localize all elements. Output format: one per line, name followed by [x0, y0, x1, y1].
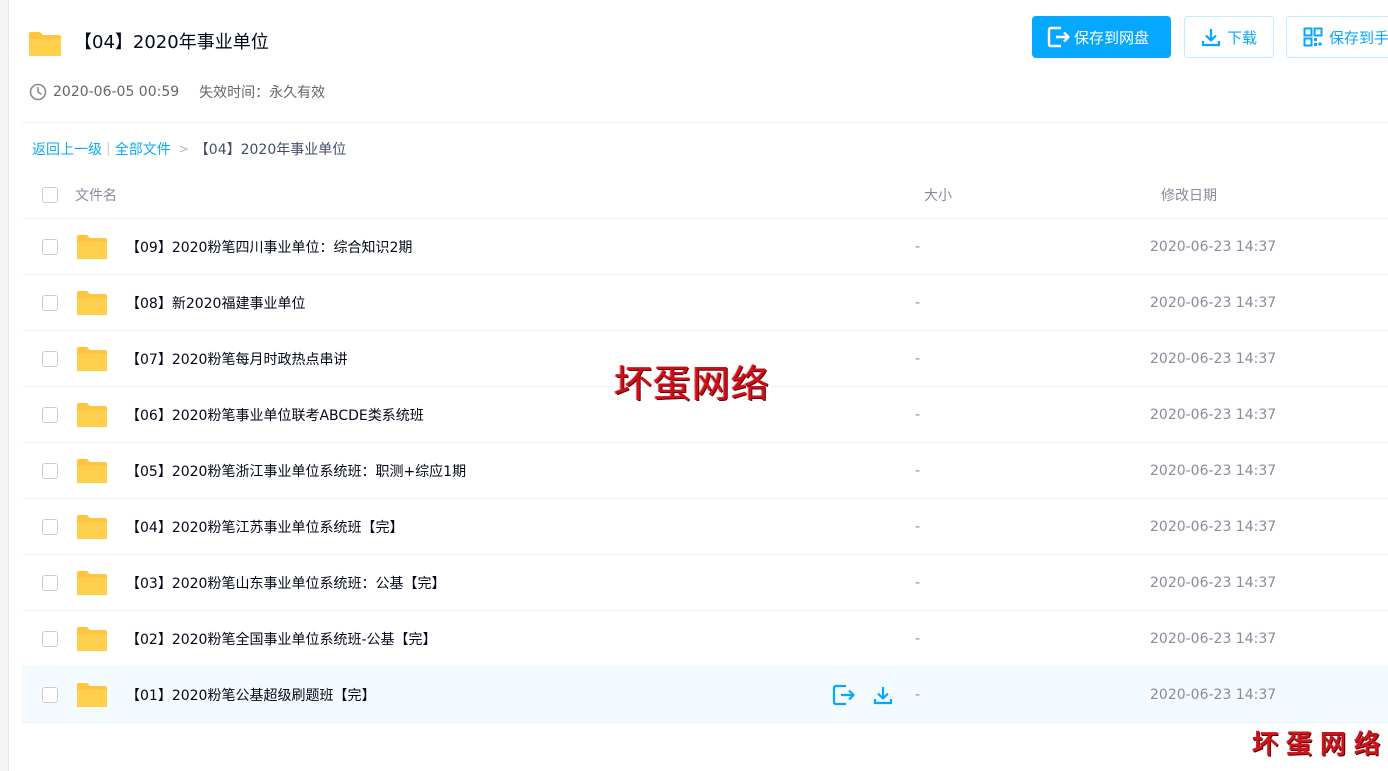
- row-checkbox[interactable]: [42, 294, 58, 311]
- table-row[interactable]: 【01】2020粉笔公基超级刷题班【完】 - 2020-06-23 14:37: [22, 667, 1388, 723]
- watermark-text: 坏蛋网络: [614, 362, 771, 406]
- folder-icon: [77, 402, 107, 427]
- file-size: -: [915, 630, 921, 647]
- table-row[interactable]: 【09】2020粉笔四川事业单位：综合知识2期 - 2020-06-23 14:37: [22, 219, 1388, 275]
- table-row[interactable]: 【03】2020粉笔山东事业单位系统班：公基【完】 - 2020-06-23 14:…: [22, 555, 1388, 611]
- folder-icon: [77, 682, 107, 707]
- file-date: 2020-06-23 14:37: [1150, 686, 1277, 703]
- save-to-cloud-icon: [1047, 26, 1070, 48]
- file-size: -: [915, 518, 921, 535]
- page-title: 【04】2020年事业单位: [74, 32, 269, 53]
- table-body: 【09】2020粉笔四川事业单位：综合知识2期 - 2020-06-23 14:37…: [22, 219, 1388, 723]
- folder-icon: [77, 346, 107, 371]
- header-date: 修改日期: [1161, 187, 1217, 204]
- file-name[interactable]: 【02】2020粉笔全国事业单位系统班-公基【完】: [126, 629, 437, 649]
- folder-icon: [77, 234, 107, 259]
- save-to-phone-label: 保存到手: [1329, 28, 1388, 47]
- file-name[interactable]: 【08】新2020福建事业单位: [126, 293, 305, 313]
- file-size: -: [915, 686, 921, 703]
- file-name[interactable]: 【01】2020粉笔公基超级刷题班【完】: [126, 685, 375, 705]
- save-to-phone-button[interactable]: 保存到手: [1286, 16, 1388, 58]
- file-name[interactable]: 【03】2020粉笔山东事业单位系统班：公基【完】: [126, 573, 445, 593]
- row-checkbox[interactable]: [42, 462, 58, 479]
- row-checkbox[interactable]: [42, 350, 58, 367]
- expire-label: 失效时间：永久有效: [199, 85, 326, 101]
- header-divider: [22, 122, 1388, 123]
- folder-icon: [77, 626, 107, 651]
- download-icon: [1201, 29, 1221, 47]
- file-name[interactable]: 【06】2020粉笔事业单位联考ABCDE类系统班: [126, 405, 424, 425]
- row-checkbox[interactable]: [42, 518, 58, 535]
- table-row[interactable]: 【04】2020粉笔江苏事业单位系统班【完】 - 2020-06-23 14:37: [22, 499, 1388, 555]
- table-header: 文件名 大小 修改日期: [22, 171, 1388, 219]
- save-to-cloud-button[interactable]: 保存到网盘: [1032, 16, 1171, 58]
- row-checkbox[interactable]: [42, 406, 58, 423]
- table-row[interactable]: 【02】2020粉笔全国事业单位系统班-公基【完】 - 2020-06-23 14:…: [22, 611, 1388, 667]
- file-date: 2020-06-23 14:37: [1150, 518, 1277, 535]
- folder-icon: [77, 458, 107, 483]
- file-date: 2020-06-23 14:37: [1150, 406, 1277, 423]
- select-all-checkbox[interactable]: [42, 186, 58, 203]
- header-name: 文件名: [75, 187, 117, 204]
- file-date: 2020-06-23 14:37: [1150, 294, 1277, 311]
- download-button[interactable]: 下载: [1184, 16, 1274, 58]
- breadcrumb-current: 【04】2020年事业单位: [194, 142, 347, 158]
- file-date: 2020-06-23 14:37: [1150, 350, 1277, 367]
- file-size: -: [915, 406, 921, 423]
- file-name[interactable]: 【04】2020粉笔江苏事业单位系统班【完】: [126, 517, 403, 537]
- share-meta: 2020-06-05 00:59 失效时间：永久有效: [29, 82, 325, 102]
- file-date: 2020-06-23 14:37: [1150, 462, 1277, 479]
- save-to-cloud-label: 保存到网盘: [1074, 28, 1150, 47]
- breadcrumb-separator: |: [106, 141, 111, 157]
- qr-code-icon: [1303, 27, 1323, 47]
- left-edge-panel: [0, 0, 9, 771]
- download-icon: [873, 686, 893, 704]
- file-size: -: [915, 574, 921, 591]
- header-size: 大小: [924, 187, 952, 204]
- file-name[interactable]: 【07】2020粉笔每月时政热点串讲: [126, 349, 347, 369]
- row-checkbox[interactable]: [42, 630, 58, 647]
- clock-icon: [29, 83, 47, 101]
- row-download-button[interactable]: [873, 685, 893, 705]
- file-table: 文件名 大小 修改日期 【09】2020粉笔四川事业单位：综合知识2期 - 2020…: [22, 171, 1388, 723]
- folder-icon: [77, 290, 107, 315]
- row-save-button[interactable]: [832, 684, 856, 706]
- file-size: -: [915, 350, 921, 367]
- folder-icon: [77, 514, 107, 539]
- file-size: -: [915, 238, 921, 255]
- save-to-cloud-icon: [832, 684, 855, 705]
- file-date: 2020-06-23 14:37: [1150, 574, 1277, 591]
- breadcrumb-arrow: >: [178, 142, 189, 156]
- row-actions: [832, 684, 893, 706]
- folder-icon: [77, 570, 107, 595]
- folder-icon: [29, 32, 61, 56]
- file-name[interactable]: 【09】2020粉笔四川事业单位：综合知识2期: [126, 237, 412, 257]
- file-size: -: [915, 294, 921, 311]
- all-files-link[interactable]: 全部文件: [115, 139, 171, 159]
- table-row[interactable]: 【05】2020粉笔浙江事业单位系统班：职测+综应1期 - 2020-06-23 1…: [22, 443, 1388, 499]
- created-time: 2020-06-05 00:59: [53, 84, 180, 100]
- file-date: 2020-06-23 14:37: [1150, 238, 1277, 255]
- download-label: 下载: [1227, 28, 1258, 47]
- breadcrumb: 返回上一级 | 全部文件 > 【04】2020年事业单位: [32, 139, 346, 159]
- table-row[interactable]: 【08】新2020福建事业单位 - 2020-06-23 14:37: [22, 275, 1388, 331]
- file-size: -: [915, 462, 921, 479]
- back-link[interactable]: 返回上一级: [32, 139, 102, 159]
- corner-watermark-text: 坏蛋网络: [1252, 730, 1388, 760]
- row-checkbox[interactable]: [42, 686, 58, 703]
- file-date: 2020-06-23 14:37: [1150, 630, 1277, 647]
- row-checkbox[interactable]: [42, 238, 58, 255]
- row-checkbox[interactable]: [42, 574, 58, 591]
- file-name[interactable]: 【05】2020粉笔浙江事业单位系统班：职测+综应1期: [126, 461, 466, 481]
